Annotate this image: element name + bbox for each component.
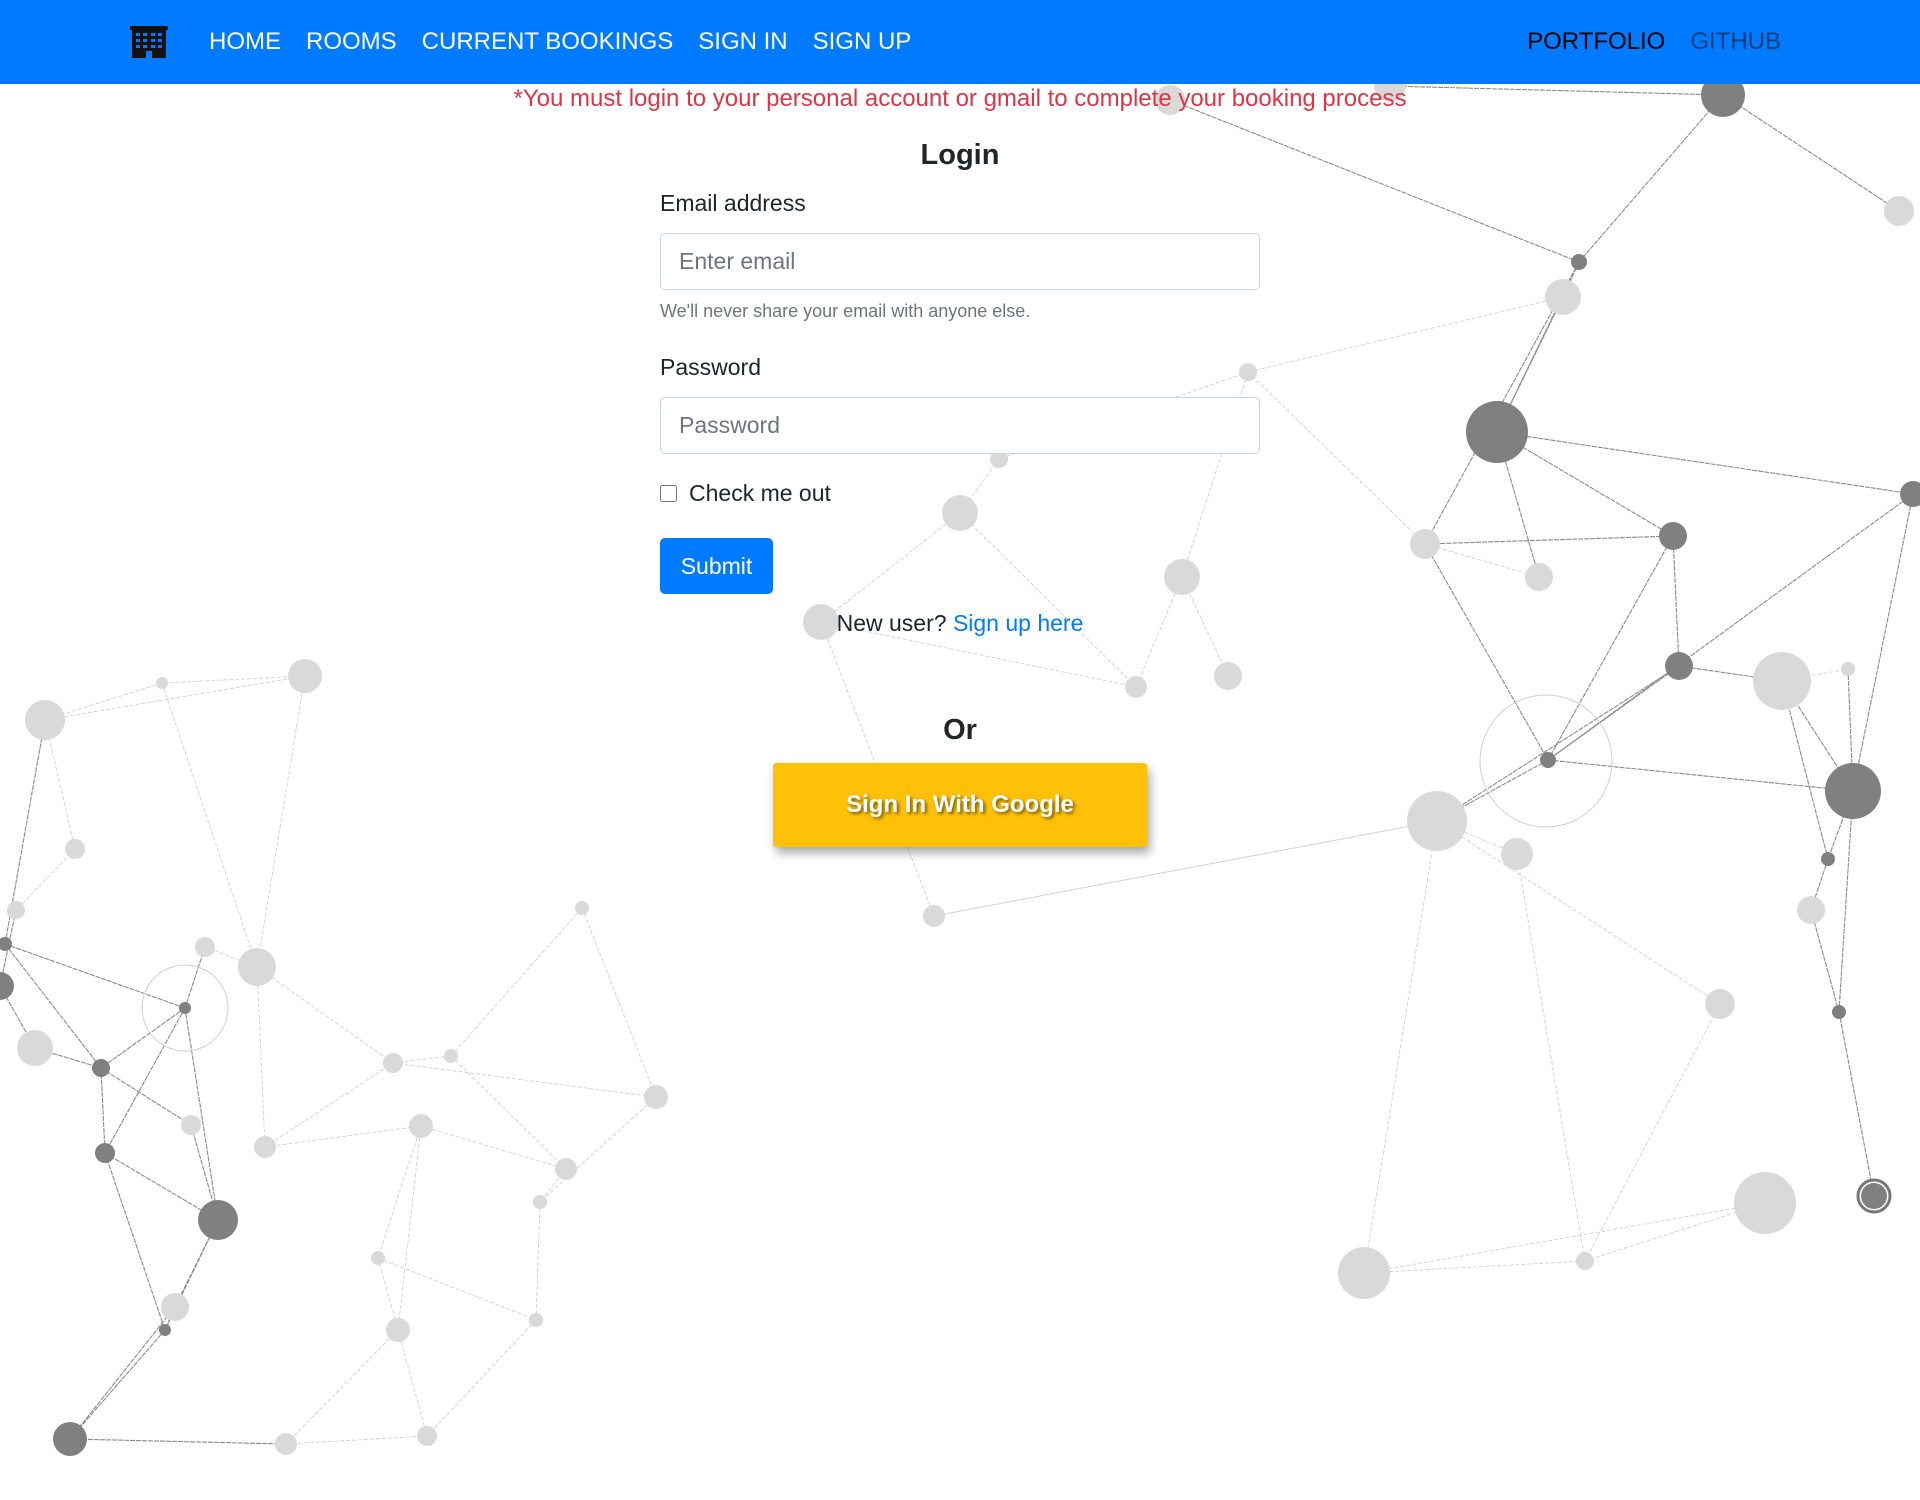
nav-github[interactable]: GITHUB xyxy=(1690,28,1781,56)
password-label: Password xyxy=(660,354,761,380)
nav-sign-up[interactable]: SIGN UP xyxy=(813,28,912,56)
building-icon[interactable] xyxy=(130,24,168,60)
nav-sign-in[interactable]: SIGN IN xyxy=(698,28,787,56)
navbar: HOME ROOMS CURRENT BOOKINGS SIGN IN SIGN… xyxy=(0,0,1920,84)
network-background xyxy=(0,70,1920,1456)
email-help-text: We'll never share your email with anyone… xyxy=(660,301,1031,321)
check-me-out-row: Check me out xyxy=(660,480,831,507)
check-me-out-label[interactable]: Check me out xyxy=(689,480,831,507)
password-field[interactable] xyxy=(660,397,1260,454)
email-field[interactable] xyxy=(660,233,1260,290)
new-user-text: New user? xyxy=(836,610,947,636)
submit-button[interactable]: Submit xyxy=(660,538,773,594)
login-required-warning: *You must login to your personal account… xyxy=(513,85,1407,112)
nav-rooms[interactable]: ROOMS xyxy=(306,28,397,56)
google-sign-in-button[interactable]: Sign In With Google xyxy=(773,763,1147,847)
check-me-out-checkbox[interactable] xyxy=(660,485,677,502)
nav-portfolio[interactable]: PORTFOLIO xyxy=(1527,28,1665,56)
email-label: Email address xyxy=(660,190,806,216)
nav-current-bookings[interactable]: CURRENT BOOKINGS xyxy=(422,28,674,56)
nav-home[interactable]: HOME xyxy=(209,28,281,56)
new-user-row: New user? Sign up here xyxy=(660,610,1260,637)
login-title: Login xyxy=(920,139,1000,171)
or-divider: Or xyxy=(943,714,977,746)
signup-link[interactable]: Sign up here xyxy=(953,610,1083,636)
